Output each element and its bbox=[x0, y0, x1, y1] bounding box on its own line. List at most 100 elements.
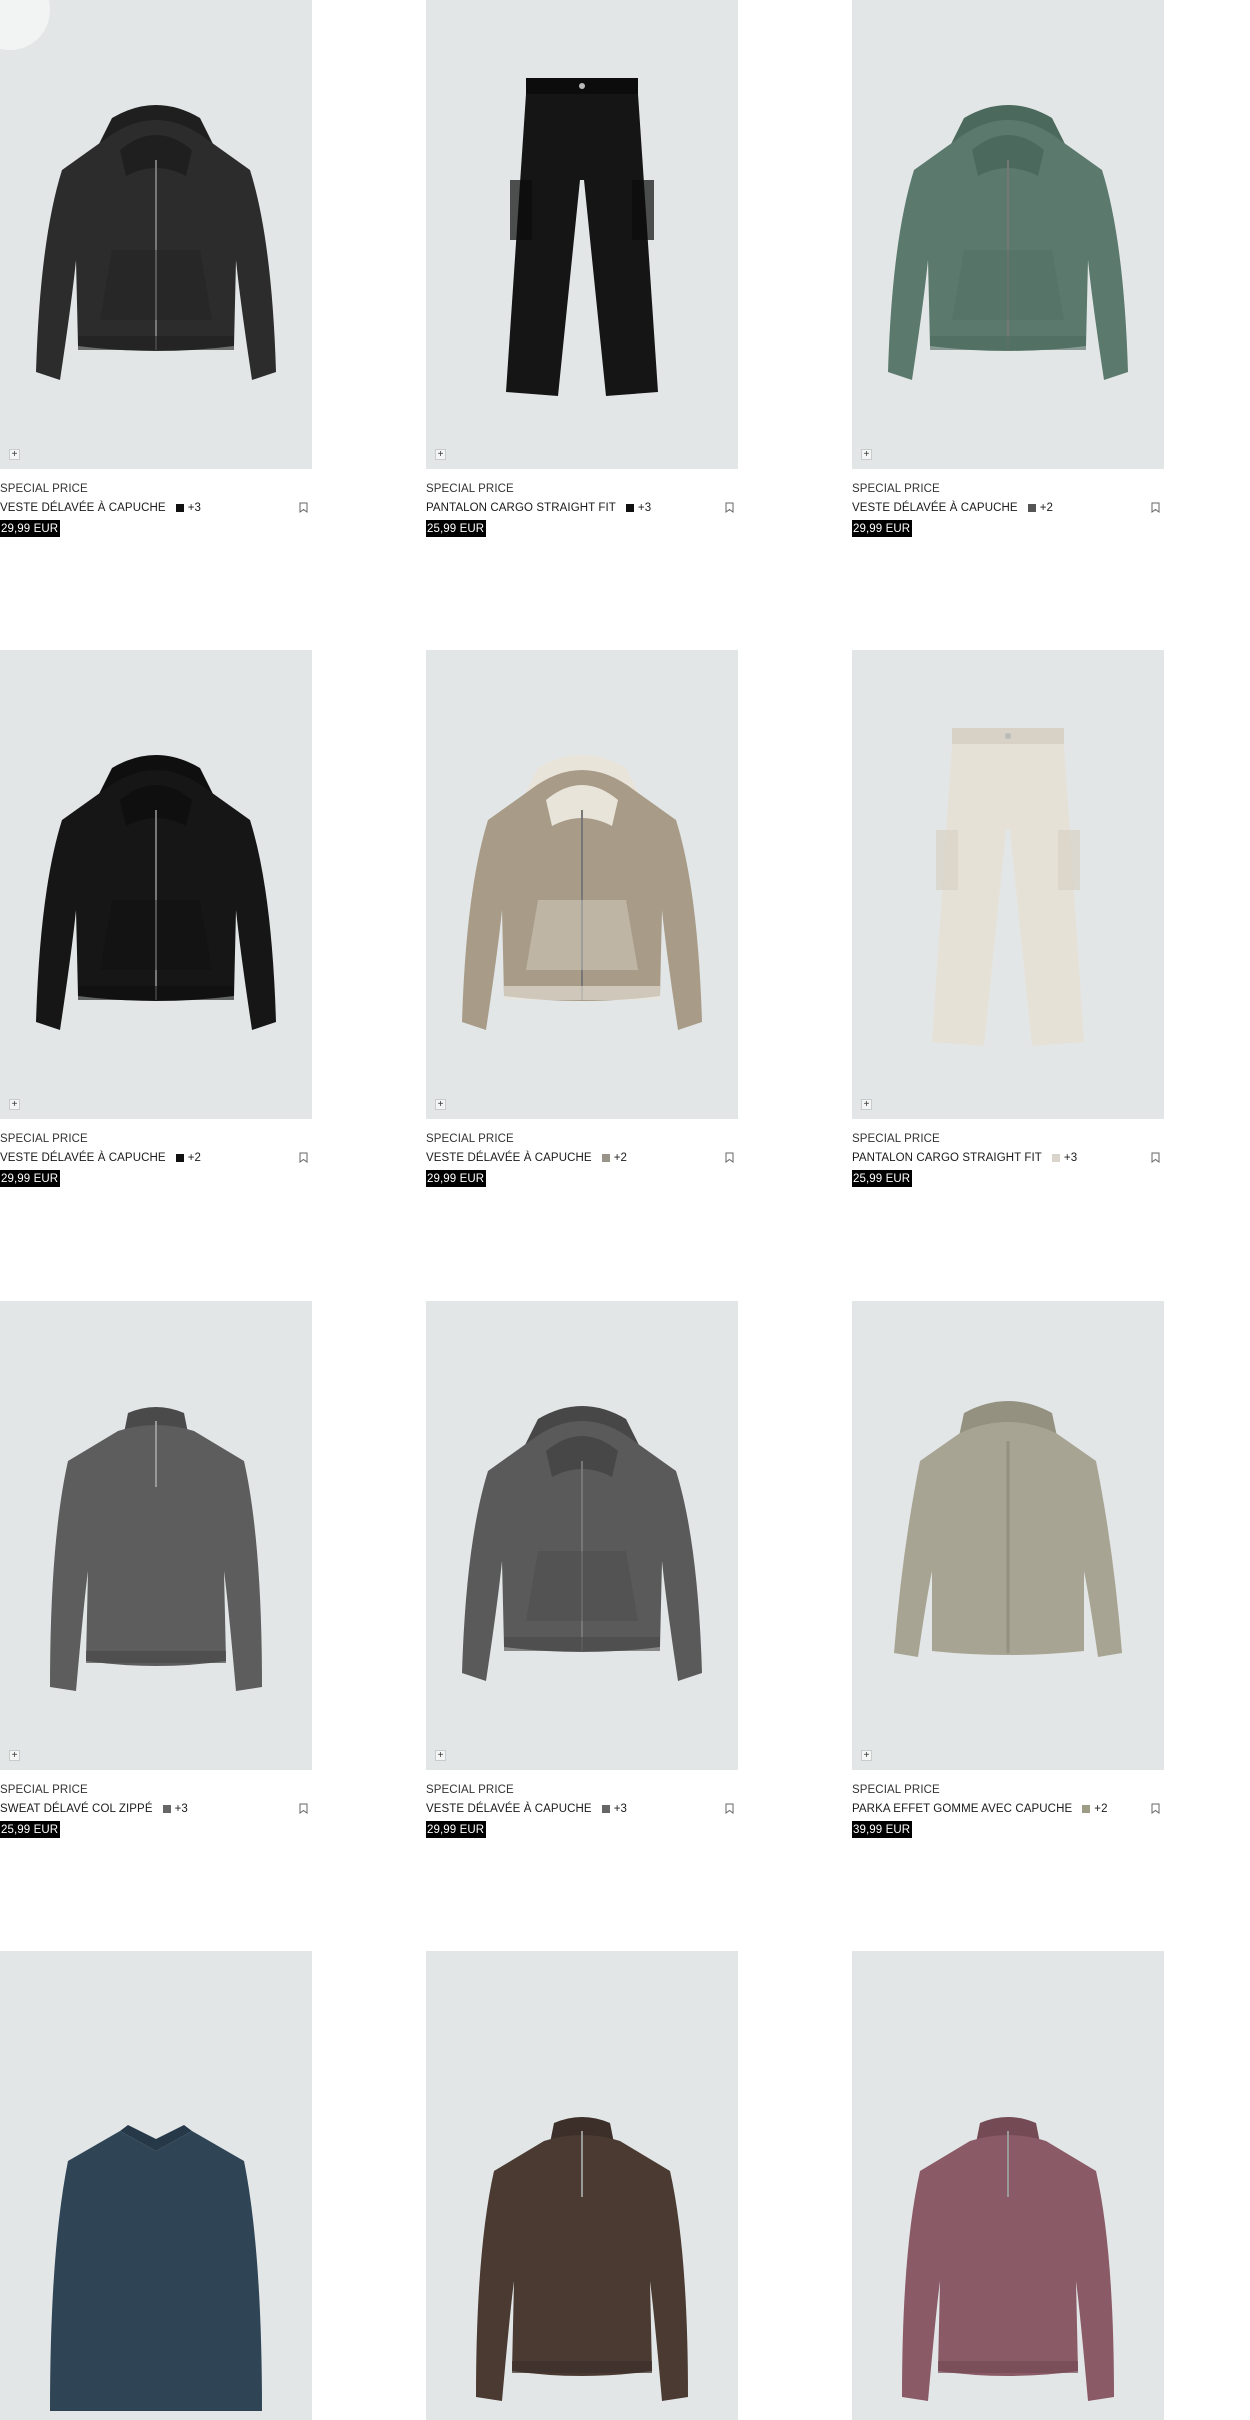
add-to-cart-plus-icon[interactable]: + bbox=[9, 1750, 20, 1761]
bookmark-icon[interactable] bbox=[1151, 1803, 1160, 1814]
add-to-cart-plus-icon[interactable]: + bbox=[9, 1099, 20, 1110]
add-to-cart-plus-icon[interactable]: + bbox=[861, 1099, 872, 1110]
special-price-tag: SPECIAL PRICE bbox=[0, 1133, 88, 1145]
product-name[interactable]: VESTE DÉLAVÉE À CAPUCHE bbox=[426, 1803, 592, 1815]
product-image-frame[interactable]: + bbox=[426, 0, 738, 469]
product-name[interactable]: PANTALON CARGO STRAIGHT FIT bbox=[426, 502, 616, 514]
product-price: 29,99 EUR bbox=[0, 1170, 61, 1187]
product-image-frame[interactable] bbox=[426, 1951, 738, 2420]
add-to-cart-plus-icon[interactable]: + bbox=[435, 1750, 446, 1761]
product-image-frame[interactable]: + bbox=[852, 0, 1164, 469]
product-image-frame[interactable]: + bbox=[0, 0, 312, 469]
color-swatch[interactable] bbox=[601, 1154, 610, 1162]
product-info: SPECIAL PRICE PANTALON CARGO STRAIGHT FI… bbox=[426, 469, 738, 537]
product-image-frame[interactable]: + bbox=[0, 1301, 312, 1770]
product-card[interactable]: + SPECIAL PRICE VESTE DÉLAVÉE À CAPUCHE … bbox=[426, 650, 738, 1187]
product-price: 25,99 EUR bbox=[426, 520, 487, 537]
more-colors-count[interactable]: +3 bbox=[614, 1803, 627, 1815]
bookmark-icon[interactable] bbox=[299, 1803, 308, 1814]
product-card[interactable]: + SPECIAL PRICE SWEAT DÉLAVÉ COL ZIPPÉ +… bbox=[0, 1301, 312, 1838]
special-price-tag: SPECIAL PRICE bbox=[0, 1784, 88, 1796]
product-image-frame[interactable] bbox=[852, 1951, 1164, 2420]
color-swatch[interactable] bbox=[1051, 1154, 1060, 1162]
product-price: 29,99 EUR bbox=[426, 1821, 487, 1838]
product-price: 25,99 EUR bbox=[0, 1821, 61, 1838]
bookmark-icon[interactable] bbox=[1151, 1152, 1160, 1163]
more-colors-count[interactable]: +3 bbox=[638, 502, 651, 514]
product-image-frame[interactable]: + bbox=[852, 650, 1164, 1119]
product-image bbox=[902, 2117, 1114, 2401]
product-name[interactable]: PARKA EFFET GOMME AVEC CAPUCHE bbox=[852, 1803, 1072, 1815]
product-image-frame[interactable]: + bbox=[426, 1301, 738, 1770]
product-image-frame[interactable]: + bbox=[0, 650, 312, 1119]
product-name[interactable]: VESTE DÉLAVÉE À CAPUCHE bbox=[426, 1152, 592, 1164]
product-info: SPECIAL PRICE VESTE DÉLAVÉE À CAPUCHE +2… bbox=[852, 469, 1164, 537]
color-swatch[interactable] bbox=[162, 1805, 171, 1813]
product-card[interactable]: + SPECIAL PRICE PANTALON CARGO STRAIGHT … bbox=[852, 650, 1164, 1187]
product-name[interactable]: VESTE DÉLAVÉE À CAPUCHE bbox=[0, 1152, 166, 1164]
special-price-tag: SPECIAL PRICE bbox=[426, 1784, 514, 1796]
product-card[interactable]: + SPECIAL PRICE PANTALON CARGO STRAIGHT … bbox=[426, 0, 738, 537]
product-image-frame[interactable] bbox=[0, 1951, 312, 2420]
product-image-frame[interactable]: + bbox=[852, 1301, 1164, 1770]
bookmark-icon[interactable] bbox=[299, 502, 308, 513]
product-card[interactable] bbox=[0, 1951, 312, 2420]
product-card[interactable]: + SPECIAL PRICE VESTE DÉLAVÉE À CAPUCHE … bbox=[0, 650, 312, 1187]
product-card[interactable]: + SPECIAL PRICE VESTE DÉLAVÉE À CAPUCHE … bbox=[426, 1301, 738, 1838]
product-card[interactable]: + SPECIAL PRICE PARKA EFFET GOMME AVEC C… bbox=[852, 1301, 1164, 1838]
product-card[interactable] bbox=[426, 1951, 738, 2420]
more-colors-count[interactable]: +2 bbox=[1094, 1803, 1107, 1815]
product-info: SPECIAL PRICE SWEAT DÉLAVÉ COL ZIPPÉ +3 … bbox=[0, 1770, 312, 1838]
color-swatch[interactable] bbox=[175, 504, 184, 512]
product-info: SPECIAL PRICE VESTE DÉLAVÉE À CAPUCHE +2… bbox=[0, 1119, 312, 1187]
product-info: SPECIAL PRICE VESTE DÉLAVÉE À CAPUCHE +2… bbox=[426, 1119, 738, 1187]
product-price: 39,99 EUR bbox=[852, 1821, 913, 1838]
special-price-tag: SPECIAL PRICE bbox=[852, 1133, 940, 1145]
product-name[interactable]: PANTALON CARGO STRAIGHT FIT bbox=[852, 1152, 1042, 1164]
color-swatch[interactable] bbox=[175, 1154, 184, 1162]
product-image bbox=[50, 1407, 262, 1691]
more-colors-count[interactable]: +2 bbox=[188, 1152, 201, 1164]
product-price: 29,99 EUR bbox=[0, 520, 61, 537]
bookmark-icon[interactable] bbox=[725, 502, 734, 513]
color-swatch[interactable] bbox=[625, 504, 634, 512]
color-swatch[interactable] bbox=[1027, 504, 1036, 512]
product-image-frame[interactable]: + bbox=[426, 650, 738, 1119]
add-to-cart-plus-icon[interactable]: + bbox=[435, 449, 446, 460]
product-image bbox=[932, 728, 1084, 1046]
bookmark-icon[interactable] bbox=[725, 1152, 734, 1163]
more-colors-count[interactable]: +3 bbox=[188, 502, 201, 514]
product-price: 29,99 EUR bbox=[852, 520, 913, 537]
product-price: 25,99 EUR bbox=[852, 1170, 913, 1187]
bookmark-icon[interactable] bbox=[299, 1152, 308, 1163]
add-to-cart-plus-icon[interactable]: + bbox=[9, 449, 20, 460]
add-to-cart-plus-icon[interactable]: + bbox=[861, 1750, 872, 1761]
special-price-tag: SPECIAL PRICE bbox=[852, 483, 940, 495]
product-image bbox=[36, 755, 276, 1030]
product-info: SPECIAL PRICE PARKA EFFET GOMME AVEC CAP… bbox=[852, 1770, 1164, 1838]
more-colors-count[interactable]: +3 bbox=[1064, 1152, 1077, 1164]
more-colors-count[interactable]: +3 bbox=[175, 1803, 188, 1815]
special-price-tag: SPECIAL PRICE bbox=[852, 1784, 940, 1796]
add-to-cart-plus-icon[interactable]: + bbox=[861, 449, 872, 460]
special-price-tag: SPECIAL PRICE bbox=[426, 483, 514, 495]
color-swatch[interactable] bbox=[1082, 1805, 1091, 1813]
product-card[interactable] bbox=[852, 1951, 1164, 2420]
add-to-cart-plus-icon[interactable]: + bbox=[435, 1099, 446, 1110]
product-image bbox=[894, 1401, 1122, 1657]
more-colors-count[interactable]: +2 bbox=[1040, 502, 1053, 514]
product-card[interactable]: + SPECIAL PRICE VESTE DÉLAVÉE À CAPUCHE … bbox=[0, 0, 312, 537]
product-card[interactable]: + SPECIAL PRICE VESTE DÉLAVÉE À CAPUCHE … bbox=[852, 0, 1164, 537]
product-info: SPECIAL PRICE VESTE DÉLAVÉE À CAPUCHE +3… bbox=[426, 1770, 738, 1838]
bookmark-icon[interactable] bbox=[725, 1803, 734, 1814]
more-colors-count[interactable]: +2 bbox=[614, 1152, 627, 1164]
special-price-tag: SPECIAL PRICE bbox=[0, 483, 88, 495]
product-name[interactable]: SWEAT DÉLAVÉ COL ZIPPÉ bbox=[0, 1803, 153, 1815]
product-name[interactable]: VESTE DÉLAVÉE À CAPUCHE bbox=[0, 502, 166, 514]
product-image bbox=[50, 2125, 262, 2411]
bookmark-icon[interactable] bbox=[1151, 502, 1160, 513]
color-swatch[interactable] bbox=[601, 1805, 610, 1813]
product-name[interactable]: VESTE DÉLAVÉE À CAPUCHE bbox=[852, 502, 1018, 514]
product-price: 29,99 EUR bbox=[426, 1170, 487, 1187]
product-info: SPECIAL PRICE VESTE DÉLAVÉE À CAPUCHE +3… bbox=[0, 469, 312, 537]
